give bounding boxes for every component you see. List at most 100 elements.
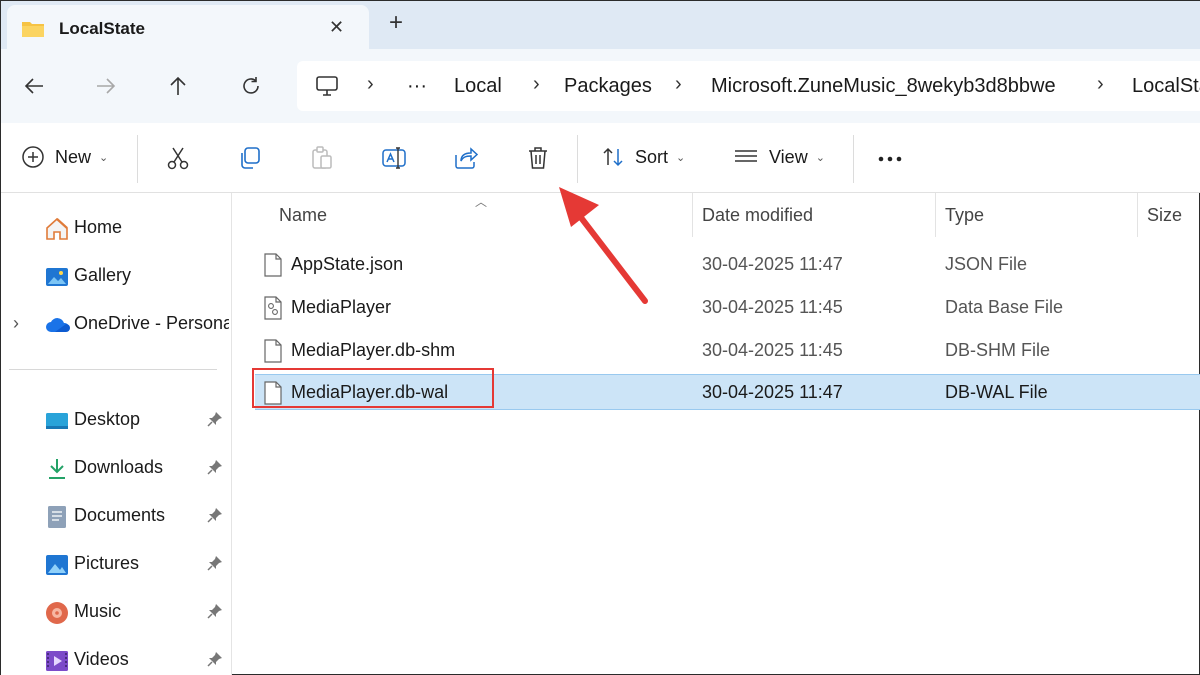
sort-icon xyxy=(603,147,623,167)
chevron-right-icon[interactable]: › xyxy=(533,73,540,96)
home-icon xyxy=(45,217,68,240)
chevron-right-icon[interactable]: › xyxy=(367,73,374,96)
column-divider[interactable] xyxy=(935,193,936,237)
explorer-window: LocalState ✕ + › ··· Local › Packages › xyxy=(0,0,1200,675)
sidebar-item-videos[interactable]: Videos xyxy=(1,639,232,675)
documents-icon xyxy=(45,505,67,528)
sidebar-item-documents[interactable]: Documents xyxy=(1,495,232,535)
table-row[interactable]: MediaPlayer 30-04-2025 11:45 Data Base F… xyxy=(255,290,1200,326)
rename-icon xyxy=(382,147,406,169)
new-label: New xyxy=(55,146,92,167)
sidebar-item-label: Videos xyxy=(74,649,129,669)
back-button[interactable] xyxy=(19,71,49,101)
sort-button[interactable]: Sort ⌄ xyxy=(601,145,685,169)
table-row[interactable]: AppState.json 30-04-2025 11:47 JSON File xyxy=(255,247,1200,283)
tab-localstate[interactable]: LocalState ✕ xyxy=(7,5,369,49)
chevron-down-icon: ⌄ xyxy=(815,151,825,164)
cut-button[interactable] xyxy=(165,145,191,171)
sidebar-item-desktop[interactable]: Desktop xyxy=(1,399,232,439)
file-type: DB-SHM File xyxy=(945,340,1051,360)
copy-icon xyxy=(241,147,260,169)
breadcrumb-local[interactable]: Local xyxy=(454,75,502,98)
table-row[interactable]: MediaPlayer.db-shm 30-04-2025 11:45 DB-S… xyxy=(255,333,1200,369)
clipboard-icon xyxy=(312,146,332,169)
sidebar-item-gallery[interactable]: Gallery xyxy=(1,255,232,295)
breadcrumb-overflow[interactable]: ··· xyxy=(407,75,427,98)
pin-icon[interactable] xyxy=(207,507,223,528)
navigation-bar: › ··· Local › Packages › Microsoft.ZuneM… xyxy=(1,49,1200,123)
pin-icon[interactable] xyxy=(207,411,223,432)
address-bar[interactable]: › ··· Local › Packages › Microsoft.ZuneM… xyxy=(297,61,1200,111)
file-type: Data Base File xyxy=(945,297,1064,317)
more-options-button[interactable] xyxy=(877,147,905,171)
share-icon xyxy=(455,147,479,169)
pin-icon[interactable] xyxy=(207,603,223,624)
chevron-down-icon: ⌄ xyxy=(676,151,686,164)
gallery-icon xyxy=(45,265,68,287)
file-date: 30-04-2025 11:45 xyxy=(702,297,843,317)
column-divider[interactable] xyxy=(1137,193,1138,237)
sidebar-item-label: Downloads xyxy=(74,457,164,477)
refresh-icon xyxy=(243,77,259,94)
chevron-down-icon: ⌄ xyxy=(99,151,109,164)
forward-button[interactable] xyxy=(91,71,121,101)
this-pc-icon[interactable] xyxy=(315,75,339,102)
sidebar-item-label: Documents xyxy=(74,505,166,525)
arrow-left-icon xyxy=(24,78,43,94)
pin-icon[interactable] xyxy=(207,555,223,576)
tab-bar: LocalState ✕ + xyxy=(1,1,1200,49)
file-name: MediaPlayer xyxy=(291,297,392,317)
document-icon xyxy=(263,339,283,368)
column-header-date[interactable]: Date modified xyxy=(702,205,813,226)
view-list-icon xyxy=(735,150,757,162)
pin-icon[interactable] xyxy=(207,459,223,480)
refresh-button[interactable] xyxy=(236,71,266,101)
sidebar-item-label: Music xyxy=(74,601,122,621)
paste-button[interactable] xyxy=(309,145,335,171)
sidebar-item-onedrive[interactable]: › OneDrive - Personal xyxy=(1,303,232,343)
breadcrumb-localstate[interactable]: LocalState xyxy=(1132,75,1200,98)
sidebar-divider xyxy=(9,369,217,370)
view-label: View xyxy=(769,146,808,167)
rename-button[interactable] xyxy=(381,145,407,171)
desktop-icon xyxy=(45,409,68,431)
arrow-up-icon xyxy=(170,76,186,95)
share-button[interactable] xyxy=(453,145,479,171)
column-header-type[interactable]: Type xyxy=(945,205,984,226)
up-button[interactable] xyxy=(163,71,193,101)
sidebar-item-home[interactable]: Home xyxy=(1,207,232,247)
new-button[interactable]: New ⌄ xyxy=(21,145,108,169)
folder-icon xyxy=(21,19,45,44)
chevron-right-icon[interactable]: › xyxy=(675,73,682,96)
sidebar-item-music[interactable]: Music xyxy=(1,591,232,631)
sidebar-item-label: Gallery xyxy=(74,265,132,285)
downloads-icon xyxy=(45,457,67,479)
navigation-pane: Home Gallery › OneDrive - Personal Deskt… xyxy=(1,193,232,675)
sidebar-item-label: Desktop xyxy=(74,409,141,429)
view-button[interactable]: View ⌄ xyxy=(733,145,825,169)
onedrive-icon xyxy=(45,313,70,335)
chevron-right-icon[interactable]: › xyxy=(1097,73,1104,96)
highlight-annotation-box xyxy=(252,368,494,408)
red-arrow-annotation xyxy=(559,187,648,304)
divider xyxy=(853,135,854,183)
breadcrumb-zunemusic[interactable]: Microsoft.ZuneMusic_8wekyb3d8bbwe xyxy=(711,75,1056,98)
close-tab-icon[interactable]: ✕ xyxy=(329,17,344,38)
column-divider[interactable] xyxy=(692,193,693,237)
sidebar-item-downloads[interactable]: Downloads xyxy=(1,447,232,487)
videos-icon xyxy=(45,649,68,671)
chevron-right-icon[interactable]: › xyxy=(13,313,19,334)
column-header-name[interactable]: Name xyxy=(279,205,327,226)
breadcrumb-packages[interactable]: Packages xyxy=(564,75,652,98)
arrow-right-icon xyxy=(97,78,116,94)
copy-button[interactable] xyxy=(237,145,263,171)
more-icon xyxy=(878,156,902,162)
pin-icon[interactable] xyxy=(207,651,223,672)
new-tab-button[interactable]: + xyxy=(389,9,403,37)
file-date: 30-04-2025 11:45 xyxy=(702,340,843,360)
file-type: JSON File xyxy=(945,254,1028,274)
column-header-size[interactable]: Size xyxy=(1147,205,1182,226)
sort-ascending-icon: ︿ xyxy=(475,195,488,209)
delete-button[interactable] xyxy=(525,145,551,171)
sidebar-item-pictures[interactable]: Pictures xyxy=(1,543,232,583)
